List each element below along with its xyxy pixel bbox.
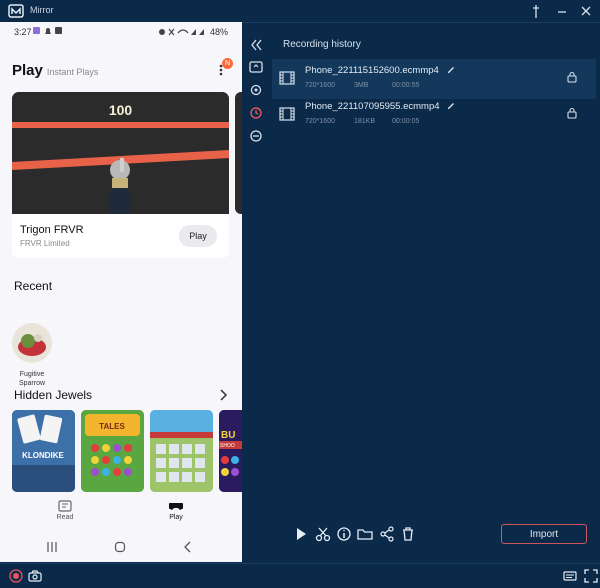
edit-icon[interactable] [446, 64, 456, 74]
notification-badge: N [222, 58, 233, 69]
jewel-tile-tales[interactable]: TALES [81, 410, 144, 492]
jewel-text-shoot: SHOO [220, 443, 235, 449]
status-notification-icons [33, 27, 62, 34]
home-icon[interactable] [114, 541, 126, 553]
recording-item[interactable]: Phone_221107095955.ecmmp4 720*1600 181KB… [272, 95, 596, 135]
window-title: Mirror [30, 5, 54, 15]
keyboard-icon[interactable] [563, 569, 577, 583]
recording-resolution: 720*1600 [305, 82, 335, 89]
play-header: Play Instant Plays [12, 62, 98, 80]
import-button[interactable]: Import [501, 524, 587, 544]
gamepad-icon [167, 502, 185, 510]
info-icon[interactable] [335, 525, 353, 543]
disconnect-icon[interactable] [247, 127, 265, 145]
title-bar: Mirror [0, 0, 600, 23]
fullscreen-icon[interactable] [584, 569, 598, 583]
jewel-tile-bubble[interactable]: BU SHOO [219, 410, 242, 492]
recording-item[interactable]: Phone_221115152600.ecmmp4 720*1600 3MB 0… [272, 59, 596, 99]
phone-screen: 3:27 48% Play Instant Plays N 100 Trigon… [0, 22, 242, 562]
jewel-tile-klondike[interactable]: KLONDIKE [12, 410, 75, 492]
collapse-icon[interactable] [247, 36, 265, 54]
page-title: Play [12, 62, 43, 79]
jewel-tile-blocks[interactable] [150, 410, 213, 492]
bottom-toolbar [0, 563, 600, 588]
status-system-icons [158, 28, 204, 36]
featured-game-image: 100 [12, 92, 229, 214]
lock-icon[interactable] [566, 107, 578, 119]
pin-icon[interactable] [528, 3, 544, 19]
video-file-icon [279, 107, 295, 121]
nav-read-label: Read [56, 514, 74, 521]
jewel-text-tales: TALES [99, 422, 125, 431]
recording-size: 3MB [354, 82, 369, 89]
share-icon[interactable] [378, 525, 396, 543]
settings-icon[interactable] [247, 81, 265, 99]
phone-status-bar: 3:27 48% [0, 22, 242, 42]
play-button[interactable]: Play [179, 225, 217, 247]
status-battery: 48% [158, 27, 228, 37]
recording-duration: 00:00:55 [392, 82, 420, 89]
next-game-card-peek[interactable] [235, 92, 242, 214]
lock-icon[interactable] [566, 71, 578, 83]
back-icon[interactable] [182, 541, 194, 553]
camera-icon[interactable] [28, 569, 42, 583]
recording-duration: 00:00:05 [392, 118, 420, 125]
read-icon [58, 500, 72, 512]
play-icon[interactable] [292, 525, 310, 543]
edit-icon[interactable] [446, 100, 456, 110]
system-navigation-bar [0, 532, 242, 562]
chevron-right-icon[interactable] [216, 388, 230, 402]
recording-resolution: 720*1600 [305, 118, 335, 125]
video-file-icon [279, 71, 295, 85]
delete-icon[interactable] [399, 525, 417, 543]
recording-name: Phone_221115152600.ecmmp4 [305, 65, 439, 76]
recording-name: Phone_221107095955.ecmmp4 [305, 101, 440, 112]
mirror-logo-icon [8, 4, 24, 18]
recent-game-icon[interactable] [12, 323, 52, 363]
featured-game-name: Trigon FRVR [20, 224, 84, 236]
jewel-text-bubble: BU [221, 430, 235, 441]
nav-play-label: Play [169, 514, 183, 521]
bottom-navigation: Read Play [0, 492, 242, 530]
hidden-jewels-title: Hidden Jewels [14, 388, 93, 402]
game-score: 100 [108, 102, 133, 118]
recording-history-title: Recording history [283, 39, 361, 50]
status-time: 3:27 [14, 27, 32, 37]
featured-game-card[interactable]: 100 Trigon FRVR FRVR Limited Play [12, 92, 229, 258]
recent-apps-icon[interactable] [46, 541, 58, 553]
battery-level: 48% [209, 27, 228, 37]
trim-icon[interactable] [314, 525, 332, 543]
folder-icon[interactable] [356, 525, 374, 543]
featured-game-developer: FRVR Limited [20, 239, 70, 248]
screenshot-icon[interactable] [247, 58, 265, 76]
nav-read[interactable]: Read [40, 500, 90, 521]
close-icon[interactable] [578, 3, 594, 19]
recent-game-label[interactable]: Fugitive Sparrow [10, 370, 54, 388]
recording-history-icon[interactable] [247, 104, 265, 122]
recent-section-title: Recent [14, 279, 53, 293]
record-icon[interactable] [9, 569, 23, 583]
page-subtitle: Instant Plays [46, 67, 99, 77]
recording-size: 181KB [354, 118, 376, 125]
minimize-icon[interactable] [554, 3, 570, 19]
jewel-text-klondike: KLONDIKE [22, 451, 64, 460]
nav-play[interactable]: Play [151, 500, 201, 521]
